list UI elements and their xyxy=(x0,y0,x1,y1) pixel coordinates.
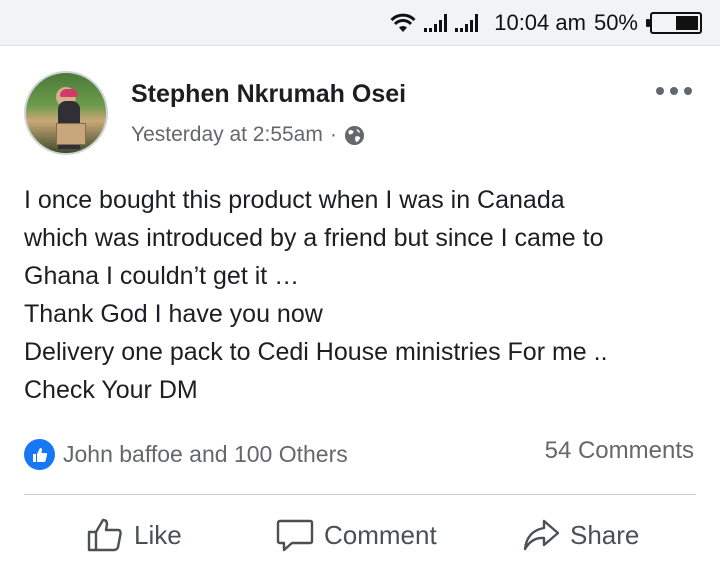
post-author[interactable]: Stephen Nkrumah Osei xyxy=(131,80,406,109)
thumbs-up-icon xyxy=(87,518,122,552)
post-line: I once bought this product when I was in… xyxy=(24,186,565,214)
post-timestamp[interactable]: Yesterday at 2:55am xyxy=(131,123,323,147)
avatar[interactable] xyxy=(24,71,108,155)
meta-separator: · xyxy=(329,123,337,146)
post-line: Ghana I couldn’t get it … xyxy=(24,262,300,290)
reactions-summary[interactable]: John baffoe and 100 Others xyxy=(24,439,348,470)
post-line: Thank God I have you now xyxy=(24,300,323,328)
comments-count[interactable]: 54 Comments xyxy=(545,437,694,465)
post-line: Delivery one pack to Cedi House ministri… xyxy=(24,338,608,366)
comment-label: Comment xyxy=(324,519,437,550)
comment-button[interactable]: Comment xyxy=(276,517,437,553)
like-button[interactable]: Like xyxy=(86,517,182,553)
reactions-text: John baffoe and 100 Others xyxy=(63,441,348,467)
share-icon xyxy=(523,519,560,551)
signal-icon xyxy=(424,13,448,32)
post-actions: Like Comment Share xyxy=(0,503,720,573)
more-options-icon[interactable] xyxy=(656,87,692,95)
like-label: Like xyxy=(134,519,182,550)
share-label: Share xyxy=(570,519,640,550)
post-line: which was introduced by a friend but sin… xyxy=(24,224,604,252)
signal-icon xyxy=(455,13,479,32)
post-card: Stephen Nkrumah Osei Yesterday at 2:55am… xyxy=(0,47,720,576)
wifi-icon xyxy=(390,13,416,32)
globe-icon xyxy=(344,125,364,145)
divider xyxy=(24,494,696,495)
post-meta: Yesterday at 2:55am · xyxy=(131,123,365,147)
status-bar: 10:04 am 50% xyxy=(0,0,720,46)
battery-percent: 50% xyxy=(593,9,638,35)
share-button[interactable]: Share xyxy=(522,517,639,553)
post-body: I once bought this product when I was in… xyxy=(24,181,704,409)
battery-icon xyxy=(646,11,702,34)
comment-icon xyxy=(276,519,314,552)
post-line: Check Your DM xyxy=(24,376,198,404)
status-time: 10:04 am xyxy=(494,9,586,35)
like-reaction-icon xyxy=(24,439,55,470)
